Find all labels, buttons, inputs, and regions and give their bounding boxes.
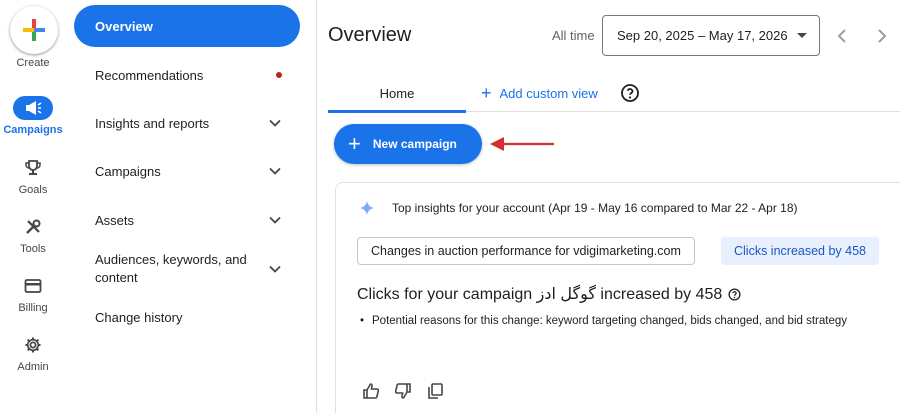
chevron-down-icon: [269, 265, 281, 273]
create-label: Create: [16, 57, 50, 69]
add-custom-view-label: Add custom view: [499, 85, 598, 101]
notification-dot: [276, 72, 282, 78]
nav-item-change-history[interactable]: Change history: [74, 307, 300, 327]
insight-card-actions: [362, 382, 444, 400]
add-custom-view-button[interactable]: + Add custom view: [481, 74, 598, 112]
date-range-value: Sep 20, 2025 – May 17, 2026: [617, 28, 788, 43]
nav-item-label: Recommendations: [95, 67, 204, 83]
tab-home-label: Home: [379, 85, 415, 101]
nav-item-label: Overview: [95, 18, 153, 34]
chevron-down-icon: [269, 119, 281, 127]
nav-item-audiences-keywords-content[interactable]: Audiences, keywords, and content: [74, 250, 300, 288]
rail-label-billing: Billing: [18, 302, 48, 314]
auction-performance-chip[interactable]: Changes in auction performance for vdigi…: [357, 237, 695, 265]
credit-card-icon: [13, 274, 53, 298]
tools-icon: [13, 215, 53, 239]
chevron-left-icon: [837, 29, 846, 43]
insight-card-heading: Top insights for your account (Apr 19 - …: [392, 201, 798, 215]
gear-icon: [13, 333, 53, 357]
chevron-down-icon: [269, 216, 281, 224]
clicks-increased-chip[interactable]: Clicks increased by 458: [721, 237, 880, 265]
sparkle-icon: [360, 201, 374, 215]
chip-label: Clicks increased by 458: [734, 244, 867, 258]
nav-item-label: Audiences, keywords, and content: [95, 252, 247, 285]
rail-label-tools: Tools: [20, 243, 46, 255]
plus-icon: +: [348, 131, 361, 156]
rail-label-admin: Admin: [17, 361, 49, 373]
nav-item-insights-and-reports[interactable]: Insights and reports: [74, 113, 300, 133]
nav-item-recommendations[interactable]: Recommendations: [74, 65, 300, 85]
nav-item-label: Insights and reports: [95, 115, 210, 131]
insight-title-text: Clicks for your campaign گوگل ادز increa…: [357, 286, 723, 303]
google-ads-app: Create Campaigns Goals Tools Billing Adm…: [0, 0, 900, 413]
all-time-label: All time: [552, 28, 595, 43]
tab-home[interactable]: Home: [328, 74, 466, 113]
view-tabs: Home + Add custom view: [328, 74, 900, 113]
thumbs-down-icon[interactable]: [394, 382, 412, 400]
nav-item-label: Assets: [95, 212, 135, 228]
plus-multicolor-icon: [23, 19, 45, 41]
nav-item-campaigns[interactable]: Campaigns: [74, 161, 300, 181]
megaphone-icon: [13, 96, 53, 120]
rail-label-campaigns: Campaigns: [3, 124, 63, 136]
main-content: Overview All time Sep 20, 2025 – May 17,…: [317, 0, 900, 413]
left-rail: Create Campaigns Goals Tools Billing Adm…: [0, 0, 66, 413]
nav-item-assets[interactable]: Assets: [74, 210, 300, 230]
rail-item-goals[interactable]: Goals: [0, 156, 66, 196]
rail-label-goals: Goals: [18, 184, 48, 196]
chip-label: Changes in auction performance for vdigi…: [371, 244, 681, 258]
previous-period-button[interactable]: [832, 24, 852, 48]
chevron-right-icon: [878, 29, 887, 43]
next-period-button[interactable]: [872, 24, 892, 48]
nav-item-label: Campaigns: [95, 163, 161, 179]
rail-item-billing[interactable]: Billing: [0, 274, 66, 314]
new-campaign-label: New campaign: [372, 137, 457, 151]
insight-card: Top insights for your account (Apr 19 - …: [335, 182, 900, 413]
insight-title: Clicks for your campaign گوگل ادز increa…: [357, 284, 741, 304]
help-icon[interactable]: [620, 83, 640, 103]
plus-icon: +: [481, 83, 492, 103]
thumbs-up-icon[interactable]: [362, 382, 380, 400]
annotation-arrow-icon: [490, 137, 554, 151]
date-range-selector[interactable]: Sep 20, 2025 – May 17, 2026: [602, 15, 820, 56]
nav-item-label: Change history: [95, 309, 183, 325]
nav-panel: Overview Recommendations Insights and re…: [66, 0, 310, 413]
rail-item-tools[interactable]: Tools: [0, 215, 66, 255]
copy-icon[interactable]: [426, 382, 444, 400]
rail-item-campaigns[interactable]: Campaigns: [0, 96, 66, 136]
rail-item-admin[interactable]: Admin: [0, 333, 66, 373]
trophy-icon: [13, 156, 53, 180]
chevron-down-icon: [269, 167, 281, 175]
create-button[interactable]: [10, 6, 58, 54]
page-title: Overview: [328, 24, 412, 46]
insight-reason-bullet: Potential reasons for this change: keywo…: [360, 315, 847, 327]
new-campaign-button[interactable]: + New campaign: [334, 124, 482, 164]
nav-item-overview[interactable]: Overview: [74, 5, 300, 47]
caret-down-icon: [797, 33, 807, 38]
help-icon[interactable]: [728, 287, 741, 301]
